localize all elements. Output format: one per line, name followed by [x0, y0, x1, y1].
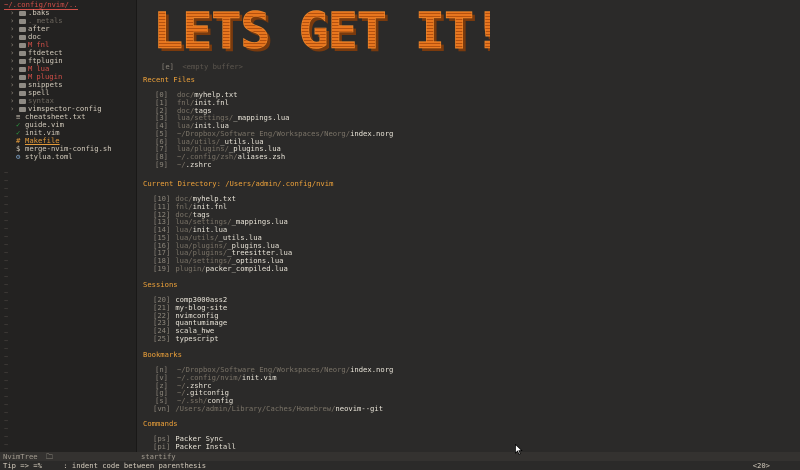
startify-entry[interactable]: [9] ~/.zshrc [155, 159, 212, 169]
startify-entry[interactable]: [pi] Packer Install [153, 441, 236, 451]
section-header: Current Directory: /Users/admin/.config/… [143, 179, 334, 188]
command-line[interactable]: Tip => =% : indent code between parenthe… [0, 461, 800, 470]
tree-item-label: stylua.toml [25, 152, 73, 161]
section-header: Recent Files [143, 75, 195, 84]
logo-text: LETS GET IT! [153, 8, 490, 58]
entry-file: _mappings.lua [231, 217, 288, 227]
folder-icon [19, 66, 26, 72]
entry-file: init.vim [241, 372, 277, 382]
startify-screen: LETS GET IT! LETS GET IT! [e] <empty buf… [138, 0, 800, 452]
folder-icon [19, 10, 26, 16]
folder-icon [19, 98, 26, 104]
folder-icon: 🗀 [45, 452, 54, 461]
empty-buffer-label: <empty buffer> [182, 62, 243, 71]
entry-key: [vn] [153, 403, 171, 413]
empty-buffer-key: [e] [161, 62, 174, 71]
empty-buffer-entry[interactable]: [e] <empty buffer> [161, 63, 243, 71]
entry-file: packer_compiled.lua [205, 263, 288, 273]
section-header: Commands [143, 419, 178, 428]
entry-file: index.norg [350, 365, 394, 374]
entry-dir: plugin/ [175, 263, 206, 273]
folder-icon [19, 50, 26, 56]
folder-icon [19, 74, 26, 80]
folder-icon [19, 42, 26, 48]
entry-dir: ~/ [176, 159, 186, 169]
tip-text: : indent code between parenthesis [63, 461, 207, 470]
nvimtree-status-label: NvimTree [3, 452, 38, 461]
entry-file: .zshrc [185, 159, 212, 169]
cmdline-right-indicator: <20> [752, 461, 770, 470]
file-toml-icon: ⚙ [16, 152, 21, 161]
entry-file: neovim--git [335, 403, 384, 413]
entry-key: [25] [153, 333, 171, 343]
entry-file: index.norg [350, 128, 394, 138]
section-header: Sessions [143, 280, 178, 289]
startify-logo: LETS GET IT! LETS GET IT! [153, 8, 490, 58]
folder-icon [19, 18, 26, 24]
startify-entry[interactable]: [25] typescript [153, 333, 219, 343]
tip-label: Tip => [3, 461, 34, 470]
folder-icon [19, 34, 26, 40]
mouse-pointer-icon [515, 444, 523, 455]
startify-entry[interactable]: [19] plugin/packer_compiled.lua [153, 263, 288, 273]
nvim-tree-sidebar: ~/.config/nvim/.. › .baks › ._metals › after ›… [0, 0, 137, 452]
entry-file: _mappings.lua [233, 113, 290, 123]
entry-key: [19] [153, 263, 171, 273]
status-line: NvimTree 🗀 startify [0, 452, 800, 461]
folder-icon [19, 82, 26, 88]
folder-icon [19, 106, 26, 112]
startify-status-label: startify [141, 452, 176, 461]
empty-line-marker: ~ [4, 441, 9, 449]
entry-key: [9] [155, 159, 168, 169]
tree-item[interactable]: ⚙ stylua.toml [16, 153, 73, 161]
section-header: Bookmarks [143, 350, 182, 359]
folder-icon [19, 90, 26, 96]
tip-keys: =% [33, 461, 42, 470]
entry-dir: /Users/admin/Library/Caches/Homebrew/ [175, 403, 336, 413]
startify-entry[interactable]: [vn] /Users/admin/Library/Caches/Homebrew… [153, 403, 384, 413]
folder-icon [19, 58, 26, 64]
entry-key: [pi] [153, 441, 171, 451]
folder-icon [19, 26, 26, 32]
entry-file: typescript [175, 333, 219, 343]
entry-file: aliases.zsh [237, 152, 286, 161]
entry-file: Packer Install [175, 441, 236, 451]
